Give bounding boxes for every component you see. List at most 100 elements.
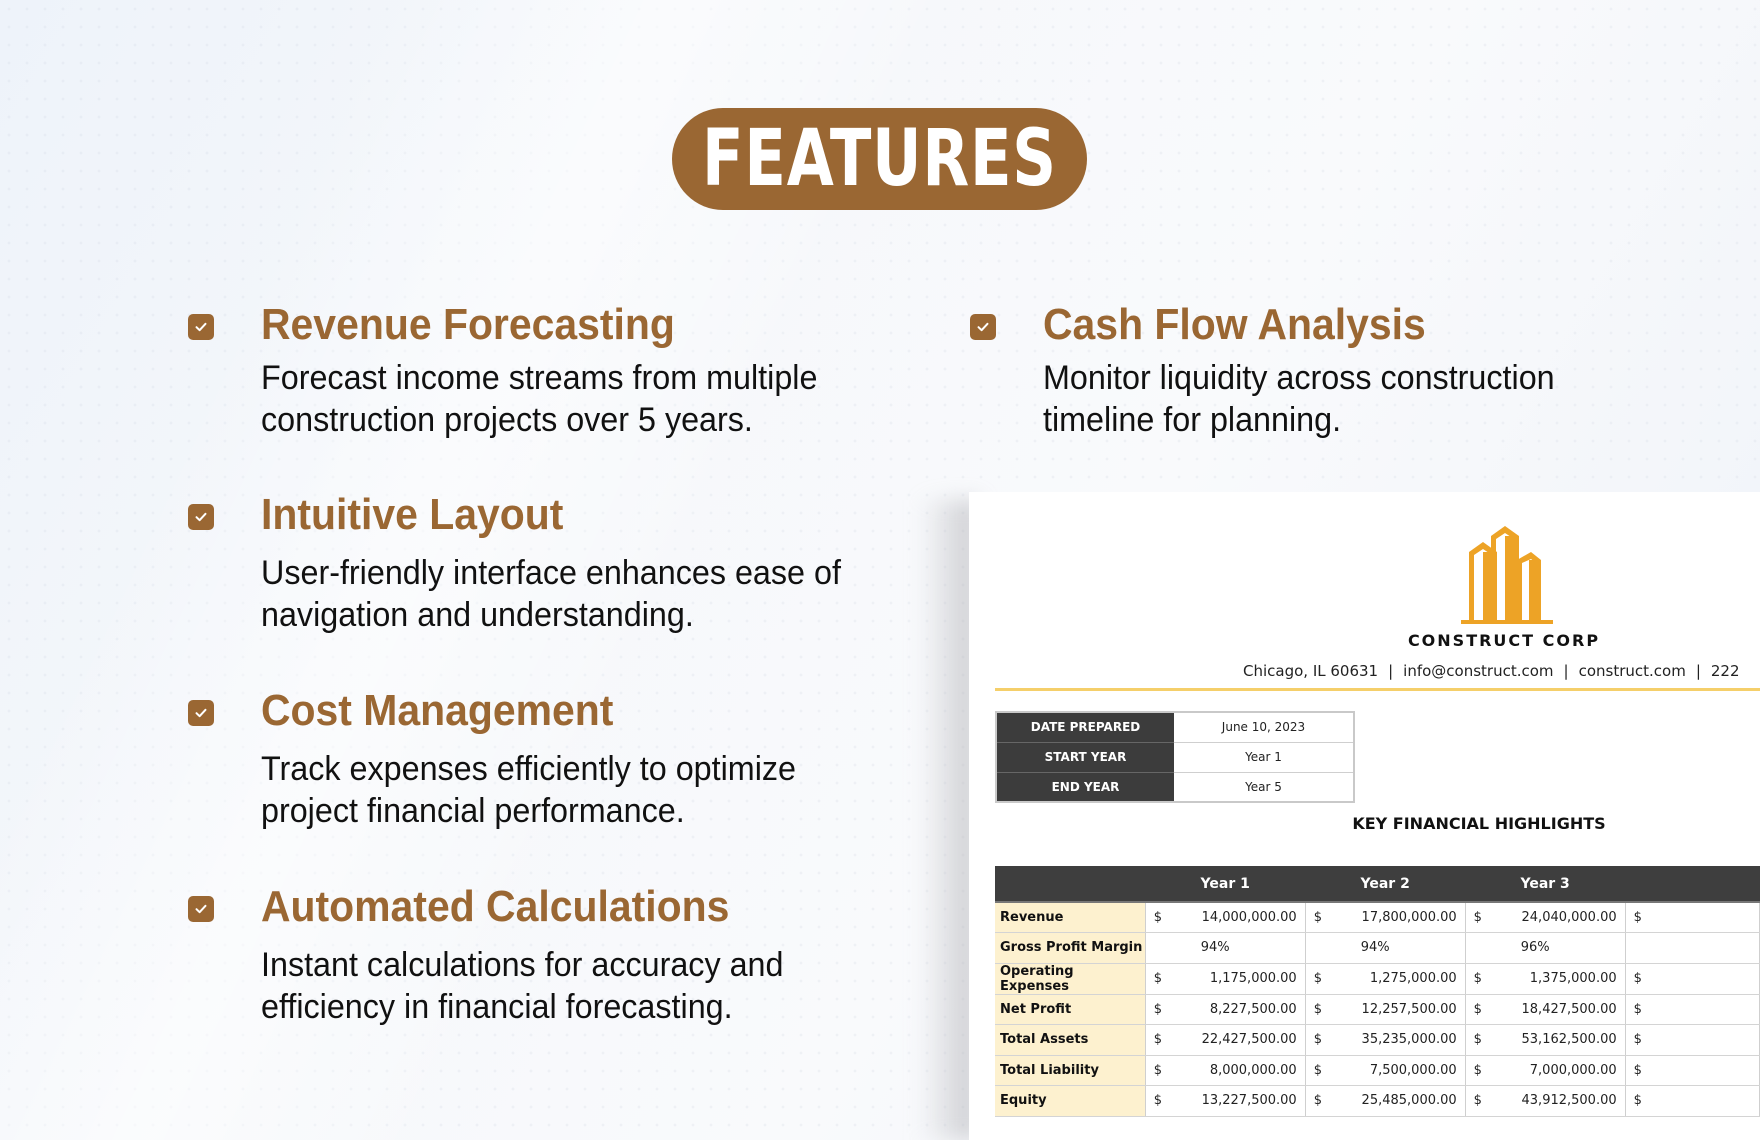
contact-email: info@construct.com <box>1403 662 1554 680</box>
amount: 24,040,000.00 <box>1521 910 1617 925</box>
currency-symbol: $ <box>1633 1001 1642 1017</box>
table-row: Equity $13,227,500.00 $25,485,000.00 $43,91… <box>995 1085 1760 1117</box>
currency-symbol: $ <box>1313 971 1322 986</box>
money-cell[interactable]: $ <box>1625 902 1760 933</box>
column-header: Year 1 <box>1145 866 1306 903</box>
currency-symbol: $ <box>1153 910 1162 925</box>
amount: 8,000,000.00 <box>1209 1062 1297 1078</box>
percent-cell[interactable]: 94% <box>1145 932 1306 964</box>
money-cell[interactable]: $ <box>1625 1055 1760 1086</box>
row-label: Gross Profit Margin <box>995 932 1146 964</box>
row-label: Net Profit <box>995 994 1146 1025</box>
features-heading-pill: FEATURES <box>672 108 1087 210</box>
money-cell[interactable]: $8,000,000.00 <box>1145 1055 1306 1086</box>
feature-title: Cash Flow Analysis <box>1043 300 1426 349</box>
currency-symbol: $ <box>1313 1032 1322 1048</box>
info-label: START YEAR <box>996 742 1174 773</box>
column-header <box>1625 866 1760 903</box>
money-cell[interactable]: $18,427,500.00 <box>1465 994 1626 1025</box>
money-cell[interactable]: $17,800,000.00 <box>1305 902 1466 933</box>
percent-cell[interactable] <box>1625 932 1760 964</box>
checkbox-checked-icon <box>188 896 214 922</box>
contact-website: construct.com <box>1578 662 1686 680</box>
feature-title: Intuitive Layout <box>261 490 564 539</box>
money-cell[interactable]: $12,257,500.00 <box>1305 994 1466 1025</box>
feature-description: Monitor liquidity across construction ti… <box>1043 359 1555 439</box>
table-row: Total Assets $22,427,500.00 $35,235,000.00… <box>995 1024 1760 1056</box>
section-title: KEY FINANCIAL HIGHLIGHTS <box>1352 814 1606 833</box>
checkbox-checked-icon <box>188 504 214 530</box>
contact-phone: 222 <box>1710 662 1740 680</box>
header-divider <box>995 688 1760 691</box>
currency-symbol: $ <box>1473 1001 1482 1017</box>
column-header <box>995 866 1146 903</box>
money-cell[interactable]: $ <box>1625 994 1760 1025</box>
money-cell[interactable]: $14,000,000.00 <box>1145 902 1306 933</box>
feature-description: Instant calculations for accuracy and ef… <box>261 946 784 1026</box>
feature-description: User-friendly interface enhances ease of… <box>261 554 841 634</box>
info-table: DATE PREPARED June 10, 2023 START YEAR Y… <box>995 711 1355 803</box>
money-cell[interactable]: $8,227,500.00 <box>1145 994 1306 1025</box>
row-label: Revenue <box>995 902 1146 933</box>
currency-symbol: $ <box>1473 1093 1482 1109</box>
feature-description: Track expenses efficiently to optimize p… <box>261 750 796 830</box>
currency-symbol: $ <box>1313 910 1322 925</box>
currency-symbol: $ <box>1313 1062 1322 1078</box>
feature-title: Revenue Forecasting <box>261 300 675 349</box>
percent-cell[interactable]: 94% <box>1305 932 1466 964</box>
currency-symbol: $ <box>1633 910 1642 925</box>
info-value[interactable]: Year 5 <box>1174 772 1354 803</box>
info-value[interactable]: Year 1 <box>1174 742 1354 773</box>
amount: 8,227,500.00 <box>1209 1001 1297 1017</box>
amount: 1,175,000.00 <box>1209 971 1297 986</box>
currency-symbol: $ <box>1633 971 1642 986</box>
info-value[interactable]: June 10, 2023 <box>1174 712 1354 743</box>
checkbox-checked-icon <box>188 314 214 340</box>
percent-cell[interactable]: 96% <box>1465 932 1626 964</box>
company-name: CONSTRUCT CORP <box>1407 631 1601 650</box>
money-cell[interactable]: $ <box>1625 1024 1760 1056</box>
currency-symbol: $ <box>1153 1093 1162 1109</box>
column-header: Year 3 <box>1465 866 1626 903</box>
money-cell[interactable]: $13,227,500.00 <box>1145 1085 1306 1117</box>
money-cell[interactable]: $1,375,000.00 <box>1465 963 1626 995</box>
currency-symbol: $ <box>1153 1032 1162 1048</box>
feature-title: Cost Management <box>261 686 614 735</box>
table-row: Gross Profit Margin 94% 94% 96% <box>995 932 1760 964</box>
contact-address: Chicago, IL 60631 <box>1243 662 1379 680</box>
amount: 7,500,000.00 <box>1369 1062 1457 1078</box>
amount: 53,162,500.00 <box>1521 1032 1617 1048</box>
table-row: Operating Expenses $1,175,000.00 $1,275,00… <box>995 963 1760 995</box>
currency-symbol: $ <box>1633 1062 1642 1078</box>
money-cell[interactable]: $ <box>1625 963 1760 995</box>
money-cell[interactable]: $1,275,000.00 <box>1305 963 1466 995</box>
money-cell[interactable]: $7,500,000.00 <box>1305 1055 1466 1086</box>
money-cell[interactable]: $1,175,000.00 <box>1145 963 1306 995</box>
table-row: Revenue $14,000,000.00 $17,800,000.00 $24,0… <box>995 902 1760 933</box>
money-cell[interactable]: $ <box>1625 1085 1760 1117</box>
checkbox-checked-icon <box>188 700 214 726</box>
row-label: Operating Expenses <box>995 963 1146 995</box>
amount: 17,800,000.00 <box>1361 910 1457 925</box>
info-row: START YEAR Year 1 <box>996 742 1354 773</box>
info-label: DATE PREPARED <box>996 712 1174 743</box>
amount: 12,257,500.00 <box>1361 1001 1457 1017</box>
buildings-logo-icon <box>1461 526 1553 624</box>
money-cell[interactable]: $43,912,500.00 <box>1465 1085 1626 1117</box>
column-header: Year 2 <box>1305 866 1466 903</box>
feature-description: Forecast income streams from multiple co… <box>261 359 818 439</box>
money-cell[interactable]: $25,485,000.00 <box>1305 1085 1466 1117</box>
contact-line: Chicago, IL 60631 | info@construct.com | con… <box>1243 662 1740 680</box>
money-cell[interactable]: $24,040,000.00 <box>1465 902 1626 933</box>
money-cell[interactable]: $53,162,500.00 <box>1465 1024 1626 1056</box>
page-title: FEATURES <box>702 114 1057 204</box>
money-cell[interactable]: $7,000,000.00 <box>1465 1055 1626 1086</box>
amount: 7,000,000.00 <box>1529 1062 1617 1078</box>
amount: 14,000,000.00 <box>1201 910 1297 925</box>
money-cell[interactable]: $22,427,500.00 <box>1145 1024 1306 1056</box>
financial-highlights-table: Year 1 Year 2 Year 3 Revenue $14,000,000.… <box>995 866 1760 1117</box>
money-cell[interactable]: $35,235,000.00 <box>1305 1024 1466 1056</box>
feature-title: Automated Calculations <box>261 882 730 931</box>
info-row: DATE PREPARED June 10, 2023 <box>996 712 1354 743</box>
currency-symbol: $ <box>1313 1093 1322 1109</box>
